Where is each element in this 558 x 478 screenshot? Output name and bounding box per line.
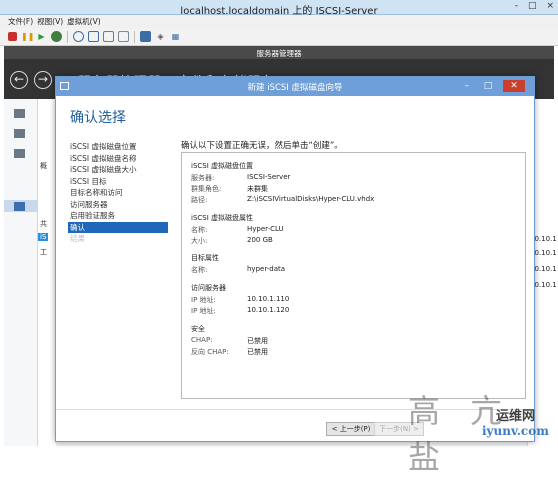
subnav-fragment[interactable]: 概 [40,161,47,171]
server-manager-subnav: 概 共 iS 工 [38,99,56,446]
wizard-step-access-servers[interactable]: 访问服务器 [68,199,168,211]
menu-file[interactable]: 文件(F) [8,16,33,27]
disk-size-value: 200 GB [247,236,273,244]
vm-toolbar: ❚❚ ▶ ◈ ▦ [0,28,558,46]
wizard-step-target[interactable]: iSCSI 目标 [68,176,168,188]
ip-address-label: IP 地址: [191,307,216,315]
path-label: 路径: [191,196,208,204]
maximize-icon[interactable]: □ [480,80,496,92]
play-icon[interactable]: ▶ [36,31,47,42]
watermark-domain: iyunv.com [482,424,549,438]
server-value: ISCSI-Server [247,173,291,181]
file-storage-services-icon[interactable] [14,202,25,211]
section-security: 安全 [191,325,205,333]
previous-button[interactable]: < 上一步(P) [326,422,376,436]
subnav-fragment-selected[interactable]: iS [38,233,49,241]
stop-icon[interactable] [8,32,17,41]
send-keys-icon[interactable]: ◈ [155,31,166,42]
disk-size-label: 大小: [191,237,208,245]
close-icon[interactable]: ✕ [503,80,525,92]
menu-view[interactable]: 视图(V) [37,16,63,27]
manage-snapshots-icon[interactable] [103,31,114,42]
forward-icon[interactable]: → [34,71,52,89]
section-disk-location: iSCSI 虚拟磁盘位置 [191,162,254,170]
wizard-step-disk-name[interactable]: iSCSI 虚拟磁盘名称 [68,153,168,165]
subnav-fragment[interactable]: 工 [40,247,47,257]
section-target-properties: 目标属性 [191,254,219,262]
shared-folder-icon[interactable]: ▦ [170,31,181,42]
path-value: Z:\iSCSIVirtualDisks\Hyper-CLU.vhdx [247,195,375,203]
ip-address-value: 10.10.1.120 [247,306,290,314]
wizard-titlebar: 新建 iSCSI 虚拟磁盘向导 – □ ✕ [56,77,534,96]
revert-icon[interactable] [88,31,99,42]
back-icon[interactable]: ← [10,71,28,89]
wizard-step-disk-location[interactable]: iSCSI 虚拟磁盘位置 [68,141,168,153]
toolbar-separator [67,30,68,43]
ip-address-label: IP 地址: [191,296,216,304]
all-servers-icon[interactable] [14,149,25,158]
minimize-icon[interactable]: - [515,1,518,11]
menu-vm[interactable]: 虚拟机(V) [67,16,100,27]
disk-name-value: Hyper-CLU [247,225,284,233]
section-access-servers: 访问服务器 [191,284,226,292]
target-name-value: hyper-data [247,265,286,273]
local-server-icon[interactable] [14,129,25,138]
minimize-icon[interactable]: – [459,80,475,92]
target-name-label: 名称: [191,266,208,274]
cluster-role-value: 未群集 [247,185,268,193]
reverse-chap-value: 已禁用 [247,348,268,356]
reset-icon[interactable] [51,31,62,42]
chap-value: 已禁用 [247,337,268,345]
watermark-logo-text: 运维网 [496,409,536,424]
server-manager-title: 服务器管理器 [256,49,302,58]
wizard-step-target-name[interactable]: 目标名称和访问 [68,187,168,199]
wizard-step-disk-size[interactable]: iSCSI 虚拟磁盘大小 [68,164,168,176]
wizard-step-authentication[interactable]: 启用验证服务 [68,210,168,222]
section-disk-properties: iSCSI 虚拟磁盘属性 [191,214,254,222]
disk-name-label: 名称: [191,226,208,234]
cluster-role-label: 群集角色: [191,185,222,193]
snapshot-icon[interactable] [73,31,84,42]
server-manager-sidebar [4,99,38,446]
ip-address-value: 10.10.1.110 [247,295,290,303]
instruction-text: 确认以下设置正确无误，然后单击“创建”。 [181,141,343,151]
server-label: 服务器: [191,174,215,182]
vm-window-controls: - □ × [515,1,554,11]
fullscreen-icon[interactable] [140,31,151,42]
devices-icon[interactable] [118,31,129,42]
maximize-icon[interactable]: □ [528,1,537,11]
subnav-fragment[interactable]: 共 [40,219,47,229]
reverse-chap-label: 反向 CHAP: [191,348,229,356]
vm-window-titlebar: localhost.localdomain 上的 ISCSI-Server - … [0,0,558,17]
wizard-step-confirmation[interactable]: 确认 [68,221,168,233]
toolbar-separator [134,30,135,43]
pause-icon[interactable]: ❚❚ [21,31,34,42]
dashboard-icon[interactable] [14,109,25,118]
wizard-step-list: iSCSI 虚拟磁盘位置 iSCSI 虚拟磁盘名称 iSCSI 虚拟磁盘大小 i… [68,141,168,245]
wizard-step-results: 结果 [70,234,85,243]
summary-panel: iSCSI 虚拟磁盘位置 服务器: ISCSI-Server 群集角色: 未群集… [181,152,526,399]
chap-label: CHAP: [191,336,213,344]
page-title: 确认选择 [70,110,126,126]
server-manager-titlebar: 服务器管理器 [4,46,554,59]
vm-menubar: 文件(F) 视图(V) 虚拟机(V) [0,15,558,28]
close-icon[interactable]: × [546,1,554,11]
